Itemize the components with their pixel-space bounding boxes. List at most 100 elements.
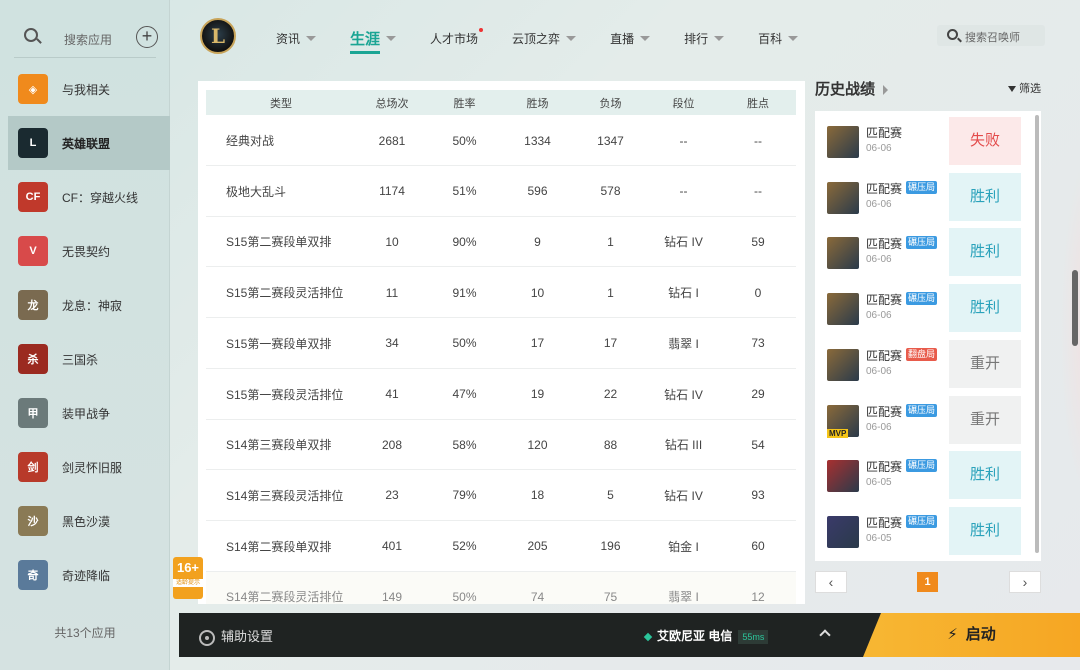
match-item[interactable]: 匹配赛 06-06 失败: [815, 116, 1025, 166]
assist-settings-label: 辅助设置: [221, 629, 274, 644]
column-header: 胜场: [526, 97, 549, 110]
table-cell: S14第三赛段灵活排位: [226, 488, 344, 503]
lol-logo-icon[interactable]: L: [200, 18, 236, 54]
table-row[interactable]: S14第二赛段单双排 401 52% 205 196 铂金 I 60: [206, 522, 796, 572]
nav-tab[interactable]: 云顶之弈: [512, 26, 577, 50]
sidebar-item[interactable]: 沙黑色沙漠: [8, 494, 170, 548]
nav-tab-label: 百科: [758, 31, 783, 46]
page-scrollbar[interactable]: [1072, 270, 1078, 346]
sidebar-item-label: 英雄联盟: [62, 136, 111, 151]
sidebar-item[interactable]: ◈ 与我相关: [8, 62, 170, 116]
nav-tab[interactable]: 排行: [684, 26, 725, 50]
match-item[interactable]: 匹配赛 碾压局 06-05 胜利: [815, 506, 1025, 556]
table-cell: 401: [381, 539, 403, 554]
table-cell: 50%: [452, 133, 477, 148]
match-item[interactable]: 匹配赛 翻盘局 06-06 重开: [815, 339, 1025, 389]
table-cell: --: [754, 184, 762, 199]
summoner-search-input[interactable]: 搜索召唤师: [937, 25, 1045, 46]
table-row[interactable]: S15第一赛段单双排 34 50% 17 17 翡翠 I 73: [206, 319, 796, 369]
table-cell: 17: [530, 336, 545, 351]
table-row[interactable]: S14第二赛段灵活排位 149 50% 74 75 翡翠 I 12: [206, 572, 796, 604]
divider: [14, 57, 156, 58]
add-app-icon[interactable]: +: [136, 26, 158, 48]
ping-badge: 55ms: [738, 629, 769, 644]
filter-icon: [1008, 86, 1016, 92]
champion-avatar: [827, 515, 859, 548]
server-selector[interactable]: 艾欧尼亚 电信 55ms: [643, 627, 769, 644]
chevron-up-icon[interactable]: [819, 629, 831, 641]
table-cell: 73: [751, 336, 765, 351]
nav-tab[interactable]: 人才市场: [430, 26, 484, 50]
nav-tab-label: 云顶之弈: [512, 31, 561, 46]
next-page-button[interactable]: ›: [1009, 571, 1041, 593]
sidebar-item[interactable]: 甲装甲战争: [8, 386, 170, 440]
match-item[interactable]: 匹配赛 碾压局 06-06 胜利: [815, 172, 1025, 222]
nav-tab[interactable]: 生涯: [350, 26, 397, 54]
match-date: 06-06: [866, 143, 892, 154]
match-item[interactable]: 匹配赛 碾压局 06-06 胜利: [815, 227, 1025, 277]
table-cell: 75: [603, 589, 618, 604]
table-row[interactable]: S15第一赛段灵活排位 41 47% 19 22 钻石 IV 29: [206, 370, 796, 420]
table-cell: 578: [600, 184, 621, 199]
current-page[interactable]: 1: [917, 572, 938, 592]
sidebar-item-label: 无畏契约: [62, 244, 111, 259]
history-scrollbar[interactable]: [1035, 115, 1039, 553]
nav-tab-label: 资讯: [276, 31, 301, 46]
app-search[interactable]: 搜索应用 +: [14, 22, 160, 52]
launch-button[interactable]: ⚡ 启动: [863, 613, 1080, 657]
match-item[interactable]: 匹配赛 碾压局 06-06 胜利: [815, 283, 1025, 333]
server-status-icon: [643, 632, 653, 642]
sidebar-item[interactable]: L 英雄联盟: [8, 116, 170, 170]
table-cell: 1347: [597, 133, 624, 148]
chevron-right-icon: [883, 85, 889, 96]
sidebar-item[interactable]: 龙龙息：神寂: [8, 278, 170, 332]
table-row[interactable]: S14第三赛段灵活排位 23 79% 18 5 钻石 IV 93: [206, 471, 796, 521]
mvp-badge: MVP: [827, 428, 849, 438]
table-cell: 91%: [452, 285, 477, 300]
table-cell: 59: [751, 234, 765, 249]
sidebar-item[interactable]: 杀三国杀: [8, 332, 170, 386]
table-cell: 208: [381, 437, 403, 452]
table-cell: 翡翠 I: [668, 336, 699, 351]
table-cell: 经典对战: [226, 134, 275, 148]
table-cell: 翡翠 I: [668, 590, 699, 604]
sidebar-item[interactable]: 奇奇迹降临: [8, 548, 170, 602]
age-rating-text: 适龄提示: [173, 579, 203, 587]
prev-page-button[interactable]: ‹: [815, 571, 847, 593]
table-cell: 60: [751, 539, 765, 554]
nav-tab-label: 排行: [684, 31, 709, 46]
sidebar-item[interactable]: 剑剑灵怀旧服: [8, 440, 170, 494]
app-list: ◈ 与我相关 L 英雄联盟 CF CF：穿越火线 V 无畏契约龙龙息：神寂杀三国杀甲装甲战争剑…: [8, 62, 170, 602]
table-row[interactable]: S15第二赛段灵活排位 11 91% 10 1 钻石 I 0: [206, 268, 796, 319]
nav-tab[interactable]: 直播: [610, 26, 651, 50]
table-cell: 50%: [452, 336, 477, 351]
table-row[interactable]: 经典对战 2681 50% 1334 1347 -- --: [206, 116, 796, 166]
table-cell: 23: [385, 488, 399, 503]
match-item[interactable]: MVP 匹配赛 碾压局 06-06 重开: [815, 395, 1025, 445]
champion-avatar: [827, 237, 859, 270]
table-cell: 1: [607, 234, 614, 249]
table-cell: 钻石 IV: [664, 488, 703, 503]
nav-tab[interactable]: 资讯: [276, 26, 317, 50]
table-row[interactable]: 极地大乱斗 1174 51% 596 578 -- --: [206, 167, 796, 217]
table-row[interactable]: S14第三赛段单双排 208 58% 120 88 钻石 III 54: [206, 420, 796, 471]
table-cell: S15第二赛段灵活排位: [226, 286, 344, 301]
champion-avatar: [827, 181, 859, 214]
history-title[interactable]: 历史战绩: [815, 78, 889, 99]
history-title-text: 历史战绩: [815, 81, 876, 98]
sidebar-item-label: 奇迹降临: [62, 568, 111, 583]
chevron-down-icon: [306, 35, 317, 41]
column-header: 胜率: [453, 97, 476, 110]
sidebar-item[interactable]: V 无畏契约: [8, 224, 170, 278]
filter-button[interactable]: 筛选: [1008, 80, 1041, 96]
match-item[interactable]: 匹配赛 碾压局 06-05 胜利: [815, 450, 1025, 500]
match-type: 匹配赛: [866, 348, 903, 363]
match-tag: 翻盘局: [906, 347, 938, 361]
app-count: 共13个应用: [54, 626, 116, 640]
sidebar-item[interactable]: CF CF：穿越火线: [8, 170, 170, 224]
assist-settings-button[interactable]: 辅助设置: [199, 626, 273, 646]
search-icon: [947, 29, 958, 40]
table-row[interactable]: S15第二赛段单双排 10 90% 9 1 钻石 IV 59: [206, 217, 796, 268]
nav-tab[interactable]: 百科: [758, 26, 799, 50]
table-cell: 205: [527, 539, 548, 554]
